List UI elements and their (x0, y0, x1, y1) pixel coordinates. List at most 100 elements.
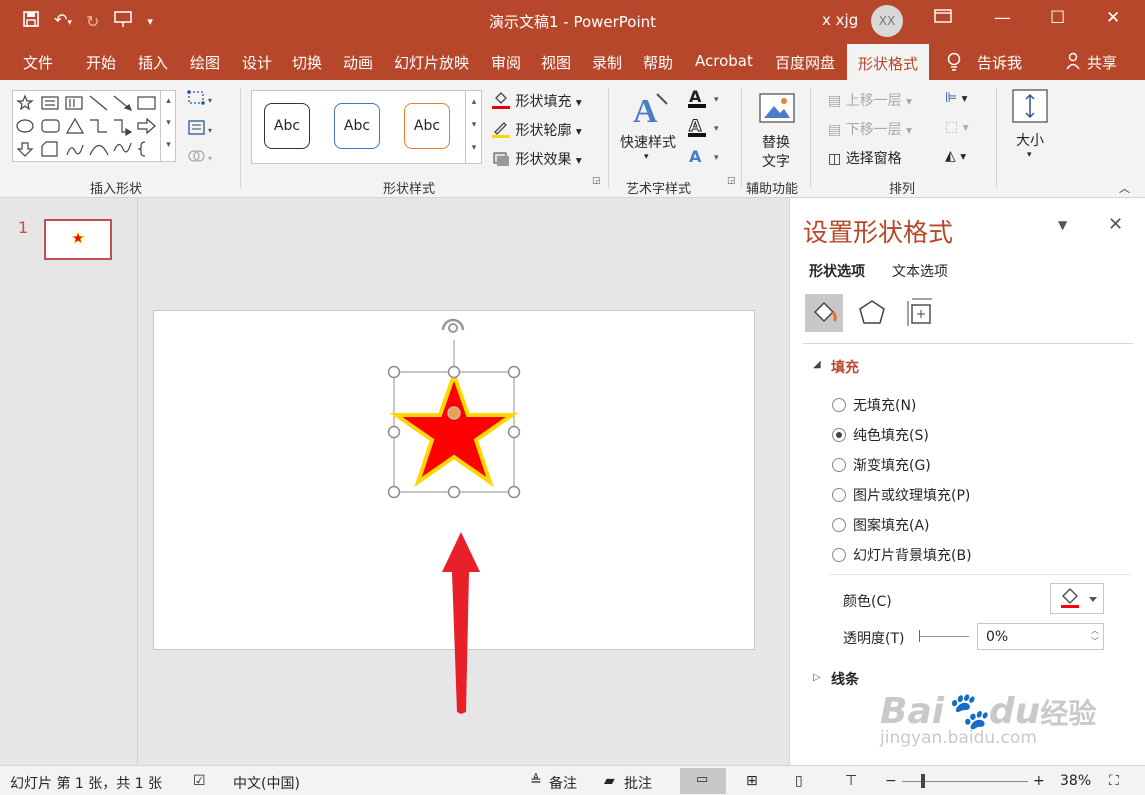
style-sample-3[interactable]: Abc (404, 103, 450, 149)
tab-animations[interactable]: 动画 (343, 52, 373, 73)
shape-outline-button[interactable]: 形状轮廓 ▾ (491, 119, 582, 140)
tab-help[interactable]: 帮助 (643, 52, 673, 73)
reading-view-icon[interactable]: ▯ (795, 773, 803, 789)
quick-styles-dropdown[interactable]: ▾ (644, 152, 649, 162)
tab-view[interactable]: 视图 (541, 52, 571, 73)
transparency-slider-track[interactable] (920, 636, 969, 637)
send-backward-button[interactable]: ▤ 下移一层 ▾ (828, 119, 912, 139)
radio-slide-bg-fill[interactable] (832, 548, 846, 562)
tab-slideshow[interactable]: 幻灯片放映 (394, 52, 469, 73)
radio-pattern-fill[interactable] (832, 518, 846, 532)
maximize-button[interactable]: ☐ (1050, 8, 1065, 28)
alt-text-icon[interactable] (758, 90, 796, 132)
merge-shapes-icon[interactable]: ▾ (186, 146, 216, 170)
tab-review[interactable]: 审阅 (491, 52, 521, 73)
comments-button[interactable]: 批注 (624, 773, 652, 793)
text-outline-icon[interactable]: A ▾ (688, 116, 724, 143)
option-pattern-fill[interactable]: 图案填充(A) (853, 515, 930, 535)
transparency-spinner[interactable]: ︿ ﹀ (1091, 625, 1099, 647)
shape-fill-button[interactable]: 形状填充 ▾ (491, 90, 582, 111)
edit-shape-icon[interactable]: ▾ (186, 88, 216, 112)
radio-no-fill[interactable] (832, 398, 846, 412)
tell-me-search[interactable]: 告诉我 (977, 52, 1022, 73)
zoom-out-button[interactable]: − (885, 773, 897, 789)
quick-styles-icon[interactable]: A (631, 88, 671, 132)
radio-gradient-fill[interactable] (832, 458, 846, 472)
fit-to-window-icon[interactable]: ⛶ (1109, 773, 1119, 789)
size-dropdown[interactable]: ▾ (1027, 150, 1032, 160)
option-gradient-fill[interactable]: 渐变填充(G) (853, 455, 931, 475)
fill-section-header[interactable]: 填充 (831, 357, 859, 377)
tab-insert[interactable]: 插入 (138, 52, 168, 73)
group-objects-icon[interactable]: ⬚ ▾ (945, 119, 969, 135)
minimize-button[interactable]: — (994, 8, 1011, 28)
shape-styles-launcher-icon[interactable]: ◲ (592, 176, 601, 186)
bring-forward-button[interactable]: ▤ 上移一层 ▾ (828, 90, 912, 110)
tab-transitions[interactable]: 切换 (292, 52, 322, 73)
shapes-gallery-scroll[interactable]: ▴ ▾ ▾ (160, 90, 176, 162)
quick-styles-button[interactable]: 快速样式 (620, 132, 676, 152)
alt-text-button-line2[interactable]: 文字 (762, 151, 790, 171)
tab-file[interactable]: 文件 (23, 52, 53, 73)
close-window-button[interactable]: ✕ (1106, 8, 1120, 28)
size-icon[interactable] (1011, 88, 1049, 128)
style-sample-2[interactable]: Abc (334, 103, 380, 149)
rotation-handle-icon[interactable] (441, 318, 465, 333)
adjust-handle[interactable] (447, 406, 461, 420)
pane-options-dropdown[interactable]: ▼ (1058, 218, 1067, 232)
zoom-slider-thumb[interactable] (921, 774, 925, 788)
shape-effects-button[interactable]: 形状效果 ▾ (491, 148, 582, 169)
slide-sorter-icon[interactable]: ⊞ (746, 773, 758, 789)
option-picture-fill[interactable]: 图片或纹理填充(P) (853, 485, 970, 505)
tab-baidu-netdisk[interactable]: 百度网盘 (775, 52, 835, 73)
shape-styles-gallery[interactable]: Abc Abc Abc ▴ ▾ ▾ (251, 90, 482, 164)
tab-shape-options[interactable]: 形状选项 (809, 261, 865, 281)
collapse-ribbon-icon[interactable]: ︿ (1119, 180, 1130, 196)
ribbon-display-icon[interactable] (934, 8, 952, 29)
text-fill-icon[interactable]: A ▾ (688, 87, 724, 114)
wordart-launcher-icon[interactable]: ◲ (727, 176, 736, 186)
tab-text-options[interactable]: 文本选项 (892, 261, 948, 281)
slideshow-icon[interactable]: ⊤ (845, 773, 857, 789)
language-indicator[interactable]: 中文(中国) (233, 773, 300, 793)
size-button[interactable]: 大小 (1016, 130, 1044, 150)
share-button[interactable]: 共享 (1087, 52, 1117, 73)
accessibility-check-icon[interactable]: ☑ (193, 773, 206, 789)
share-icon[interactable] (1065, 52, 1081, 74)
zoom-level[interactable]: 38% (1060, 773, 1091, 789)
selection-pane-button[interactable]: ◫ 选择窗格 (828, 148, 902, 168)
color-picker-button[interactable] (1050, 583, 1104, 614)
effects-pentagon-icon[interactable] (855, 296, 889, 334)
text-box-icon[interactable]: ▾ (186, 118, 216, 142)
rotate-icon[interactable]: ◭ ▾ (945, 148, 966, 164)
normal-view-button[interactable]: ▭ (680, 768, 726, 794)
option-solid-fill[interactable]: 纯色填充(S) (853, 425, 929, 445)
line-expand-icon[interactable]: ▷ (813, 672, 821, 683)
size-properties-icon[interactable] (903, 296, 937, 334)
alt-text-button-line1[interactable]: 替换 (762, 132, 790, 152)
avatar[interactable]: XX (871, 5, 903, 37)
tab-shape-format[interactable]: 形状格式 (847, 44, 930, 80)
option-slide-bg-fill[interactable]: 幻灯片背景填充(B) (853, 545, 972, 565)
notes-button[interactable]: 备注 (549, 773, 577, 793)
tab-design[interactable]: 设计 (242, 52, 272, 73)
transparency-input[interactable]: 0% ︿ ﹀ (977, 623, 1104, 650)
notes-icon[interactable]: ≜ (530, 773, 542, 789)
tab-record[interactable]: 录制 (592, 52, 622, 73)
lightbulb-icon[interactable] (946, 52, 962, 76)
star-shape[interactable] (389, 368, 519, 488)
shapes-gallery[interactable] (12, 90, 176, 162)
text-effects-icon[interactable]: A ▾ (688, 146, 724, 172)
fill-line-tab[interactable] (805, 294, 843, 332)
radio-picture-fill[interactable] (832, 488, 846, 502)
fill-collapse-icon[interactable]: ◢ (813, 359, 821, 370)
align-icon[interactable]: ⊫ ▾ (945, 90, 968, 106)
radio-solid-fill[interactable] (832, 428, 846, 442)
pane-close-button[interactable]: ✕ (1108, 214, 1123, 235)
tab-acrobat[interactable]: Acrobat (695, 52, 753, 70)
comments-icon[interactable]: ▰ (604, 773, 615, 789)
style-sample-1[interactable]: Abc (264, 103, 310, 149)
slide-thumbnail[interactable] (44, 219, 112, 260)
tab-home[interactable]: 开始 (86, 52, 116, 73)
line-section-header[interactable]: 线条 (831, 669, 859, 689)
